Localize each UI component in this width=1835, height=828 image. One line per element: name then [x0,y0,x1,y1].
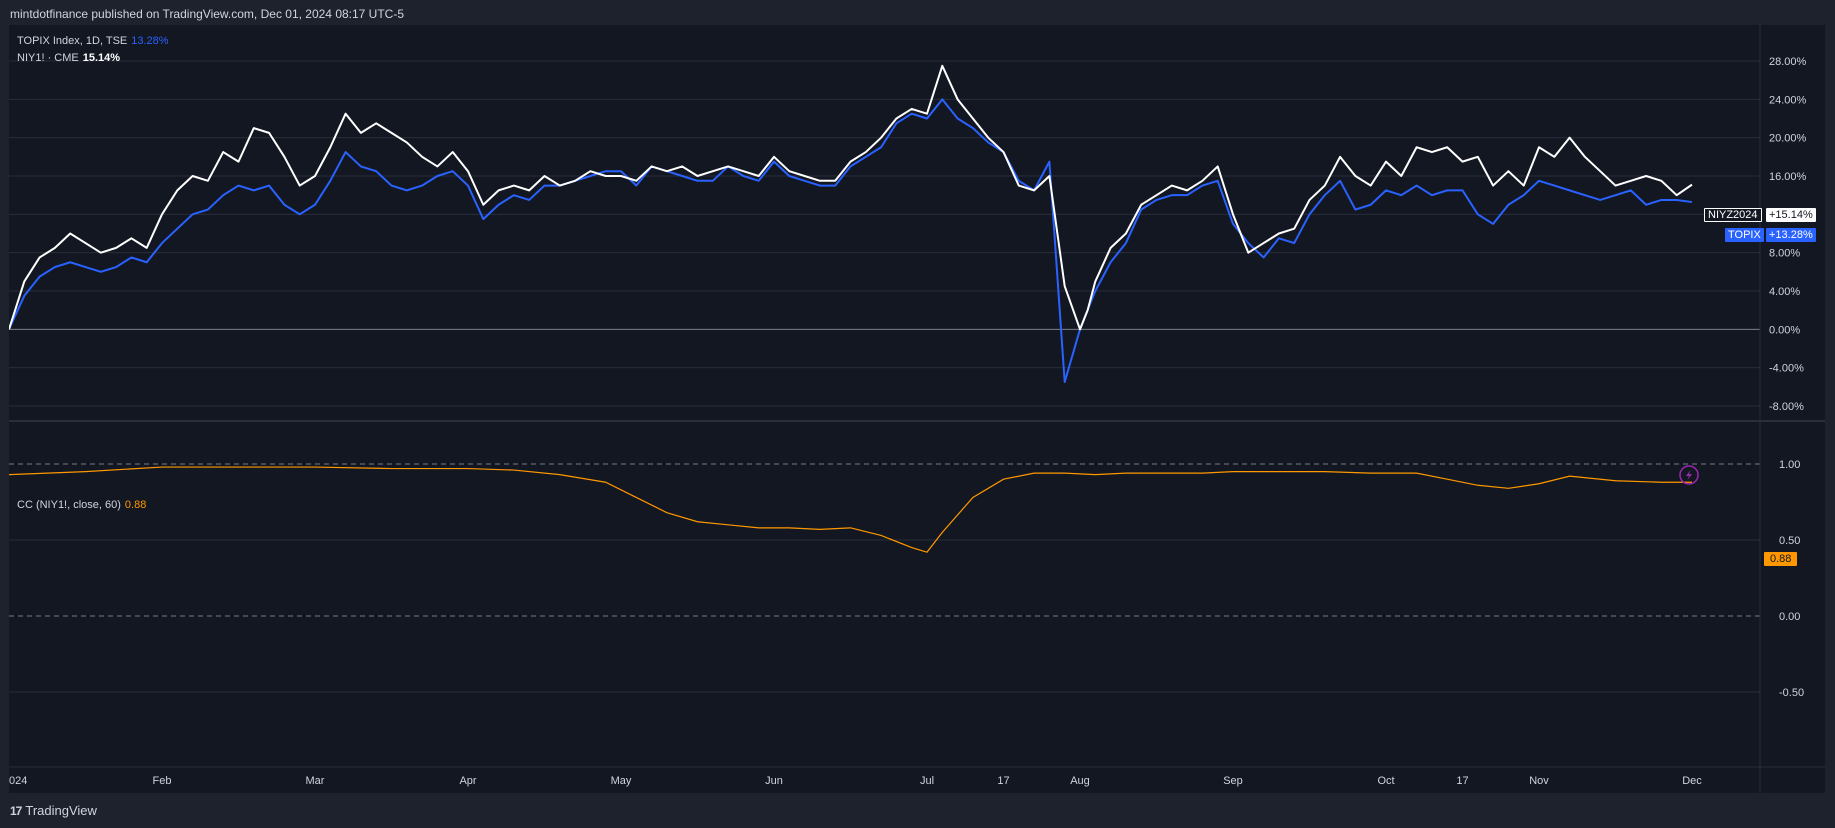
x-tick-label: Mar [306,775,325,787]
main-y-tick-label: 20.00% [1769,133,1807,145]
tradingview-mark-icon: 17 [10,803,22,818]
legend-topix-value: 13.28% [131,35,169,47]
main-y-tick-label: 28.00% [1769,56,1807,68]
cc-y-tick-label: 0.50 [1779,535,1800,547]
x-tick-label: Dec [1682,775,1702,787]
flash-icon[interactable] [1679,465,1699,485]
legend-topix-label: TOPIX Index, 1D, TSE [17,35,128,47]
legend-cc-label: CC (NIY1!, close, 60) [17,499,121,511]
x-tick-label: Aug [1070,775,1090,787]
legend-niy-value: 15.14% [82,52,121,64]
main-y-tick-label: 24.00% [1769,94,1807,106]
cc-y-tick-label: -0.50 [1779,687,1804,699]
topix-name-badge: TOPIX [1725,228,1764,242]
main-y-tick-label: 0.00% [1769,324,1800,336]
series-line-niy1[interactable] [9,64,1693,331]
x-tick-label: Jun [765,775,783,787]
topix-change-badge: +13.28% [1766,228,1816,242]
cc-layer [9,466,1692,553]
tradingview-brand: TradingView [25,803,97,818]
legend-cc[interactable]: CC (NIY1!, close, 60) 0.88 [17,499,146,511]
cc-value-badge: 0.88 [1764,552,1798,566]
x-tick-label: Nov [1529,775,1549,787]
legend-niy-label: NIY1! · CME [17,52,79,64]
chart-svg[interactable]: 28.00%24.00%20.00%16.00%12.00%8.00%4.00%… [9,25,1825,793]
grid-layer [9,60,1760,693]
tradingview-logo[interactable]: 17 TradingView [10,803,97,818]
legend-topix[interactable]: TOPIX Index, 1D, TSE 13.28% [17,35,169,47]
main-y-tick-label: 8.00% [1769,248,1800,260]
legend-niy[interactable]: NIY1! · CME 15.14% [17,52,120,64]
main-y-tick-label: -4.00% [1769,363,1804,375]
cc-series-line[interactable] [9,466,1692,553]
x-tick-label: Jul [920,775,934,787]
x-tick-label: May [611,775,632,787]
publish-header: mintdotfinance published on TradingView.… [10,7,405,21]
cc-y-tick-label: 0.00 [1779,611,1800,623]
main-series-layer [9,64,1693,384]
x-tick-label: 17 [1456,775,1468,787]
x-tick-label: 024 [9,775,27,787]
main-y-tick-label: -8.00% [1769,401,1804,413]
niy-name-badge: NIYZ2024 [1704,208,1762,222]
main-y-tick-label: 4.00% [1769,286,1800,298]
main-y-tick-label: 16.00% [1769,171,1807,183]
x-tick-label: Sep [1223,775,1243,787]
x-tick-label: Apr [459,775,476,787]
legend-cc-value: 0.88 [124,499,147,511]
x-tick-label: 17 [997,775,1009,787]
cc-y-tick-label: 1.00 [1779,459,1800,471]
series-line-topix[interactable] [9,98,1693,384]
chart-frame: 28.00%24.00%20.00%16.00%12.00%8.00%4.00%… [9,25,1825,793]
x-tick-label: Oct [1377,775,1394,787]
niy-change-badge: +15.14% [1766,208,1816,222]
x-tick-label: Feb [153,775,172,787]
